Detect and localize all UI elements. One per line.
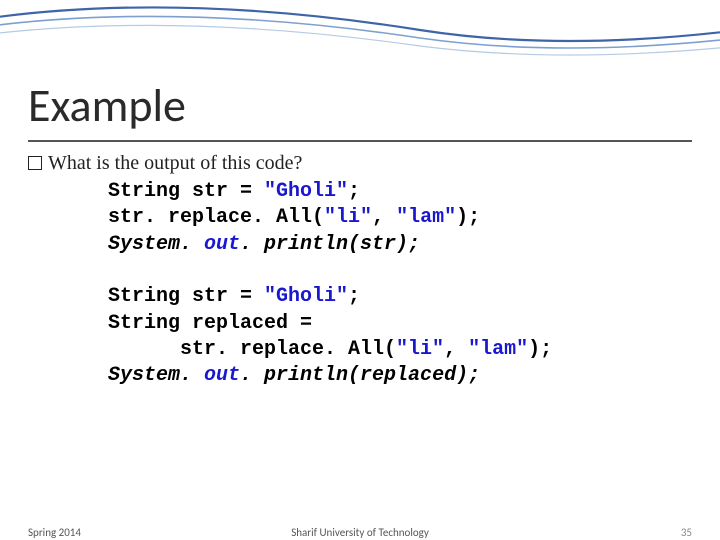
code-line: String str = "Gholi"; bbox=[108, 284, 692, 310]
code-block-1: String str = "Gholi"; str. replace. All(… bbox=[108, 179, 692, 258]
decorative-swoosh bbox=[0, 0, 720, 70]
code-line: String replaced = bbox=[108, 311, 692, 337]
question-text: What is the output of this code? bbox=[48, 152, 302, 174]
code-line: str. replace. All("li", "lam"); bbox=[108, 337, 692, 363]
question-line: What is the output of this code? bbox=[28, 152, 692, 175]
slide-title: Example bbox=[28, 78, 186, 134]
code-line: String str = "Gholi"; bbox=[108, 179, 692, 205]
slide-content: What is the output of this code? String … bbox=[28, 152, 692, 390]
code-line: System. out. println(str); bbox=[108, 232, 692, 258]
code-block-2: String str = "Gholi"; String replaced = … bbox=[108, 284, 692, 390]
title-underline bbox=[28, 140, 692, 142]
footer-institution: Sharif University of Technology bbox=[0, 526, 720, 539]
bullet-box-icon bbox=[28, 156, 42, 170]
footer-page-number: 35 bbox=[681, 526, 692, 539]
code-line: str. replace. All("li", "lam"); bbox=[108, 205, 692, 231]
code-line: System. out. println(replaced); bbox=[108, 363, 692, 389]
